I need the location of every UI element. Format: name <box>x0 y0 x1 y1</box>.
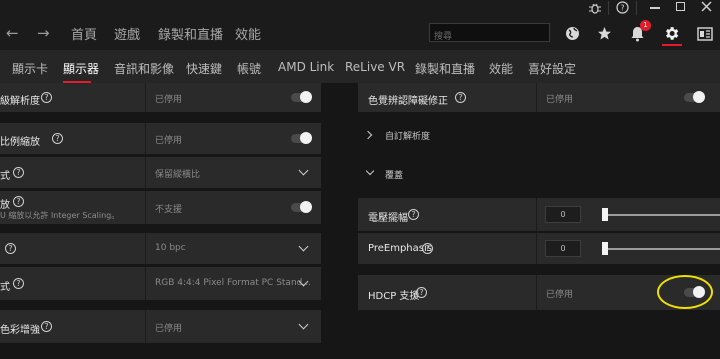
setting-row-scaling-mode: 式 ? 保留縱橫比 <box>0 157 321 188</box>
scaling-toggle[interactable] <box>291 132 312 144</box>
hdcp-toggle[interactable] <box>684 286 705 298</box>
search-input[interactable] <box>430 28 549 46</box>
setting-label: 色覺辨認障礙修正 <box>368 96 448 107</box>
tab-bar: 顯示卡 顯示器 音訊和影像 快速鍵 帳號 AMD Link ReLive VR … <box>0 50 720 83</box>
tab-account[interactable]: 帳號 <box>237 60 261 77</box>
setting-label: 級解析度 <box>0 96 40 107</box>
maximize-icon[interactable] <box>676 2 685 11</box>
voltage-swing-slider-track[interactable] <box>604 214 720 216</box>
tab-performance[interactable]: 效能 <box>489 60 513 77</box>
setting-value: 不支援 <box>155 205 183 215</box>
setting-label: 比例縮放 <box>0 137 40 148</box>
setting-row-hdcp: HDCP 支援 ? 已停用 <box>358 275 720 310</box>
help-icon[interactable]: ? <box>416 287 427 298</box>
setting-row-integer-scaling: 放 ? U 縮放以允許 Integer Scaling。 不支援 <box>0 191 321 224</box>
nav-record-stream-link[interactable]: 錄製和直播 <box>158 24 223 43</box>
svg-text:?: ? <box>620 4 624 13</box>
chevron-down-icon <box>365 166 375 176</box>
help-icon[interactable]: ? <box>455 92 466 103</box>
tab-display[interactable]: 顯示器 <box>63 60 99 77</box>
help-icon[interactable]: ? <box>5 243 16 254</box>
nav-games-link[interactable]: 遊戲 <box>114 24 140 43</box>
chevron-down-icon[interactable] <box>298 241 309 252</box>
setting-value: RGB 4:4:4 Pixel Format PC Stand... <box>155 278 311 288</box>
setting-row-pre-emphasis: PreEmphasis ? 0 <box>358 233 720 264</box>
setting-value: 10 bpc <box>155 243 186 253</box>
chevron-down-icon[interactable] <box>298 319 309 330</box>
tab-amd-link[interactable]: AMD Link <box>278 60 334 74</box>
star-icon[interactable] <box>597 26 612 41</box>
help-icon[interactable]: ? <box>41 321 52 332</box>
active-gear-underline <box>662 44 682 46</box>
bug-icon[interactable] <box>588 2 602 14</box>
separator <box>636 1 637 15</box>
setting-value: 已停用 <box>155 324 183 334</box>
setting-row-scaling: 比例縮放 ? 已停用 <box>0 123 321 154</box>
pre-emphasis-slider-track[interactable] <box>604 248 720 250</box>
setting-label: 電壓擺幅 <box>368 213 408 224</box>
help-icon[interactable]: ? <box>52 133 63 144</box>
close-icon[interactable] <box>701 1 712 12</box>
tab-audio-video[interactable]: 音訊和影像 <box>114 60 174 77</box>
custom-resolution-label: 自訂解析度 <box>385 132 431 142</box>
help-icon[interactable]: ? <box>41 92 52 103</box>
setting-label: 式 <box>0 171 10 182</box>
setting-row-color-enhancement: 色彩增強 ? 已停用 <box>0 310 321 343</box>
integer-scaling-toggle[interactable] <box>291 201 312 213</box>
forward-arrow-icon[interactable]: → <box>37 24 50 42</box>
setting-value: 已停用 <box>155 136 183 146</box>
setting-sublabel: U 縮放以允許 Integer Scaling。 <box>0 211 120 220</box>
voltage-swing-input[interactable]: 0 <box>545 206 581 223</box>
setting-row-resolution: 級解析度 ? 已停用 <box>0 83 321 112</box>
setting-value: 保留縱橫比 <box>155 170 201 180</box>
help-icon[interactable]: ? <box>13 167 24 178</box>
voltage-swing-slider-thumb[interactable] <box>602 208 608 221</box>
setting-row-color-blindness: 色覺辨認障礙修正 ? 已停用 <box>358 83 720 112</box>
pre-emphasis-slider-thumb[interactable] <box>602 242 608 255</box>
setting-row-voltage-swing: 電壓擺幅 ? 0 <box>358 198 720 231</box>
help-icon[interactable]: ? <box>13 196 24 207</box>
nav-home-link[interactable]: 首頁 <box>71 24 97 43</box>
setting-value: 已停用 <box>546 95 574 105</box>
gear-icon[interactable] <box>663 25 680 42</box>
layout-icon[interactable] <box>697 27 713 41</box>
tab-hotkeys[interactable]: 快速鍵 <box>186 60 222 77</box>
help-icon[interactable]: ? <box>408 209 419 220</box>
nav-performance-link[interactable]: 效能 <box>235 24 261 43</box>
tab-relive-vr[interactable]: ReLive VR <box>345 60 405 74</box>
setting-label: HDCP 支援 <box>368 291 420 302</box>
help-icon[interactable]: ? <box>422 243 433 254</box>
separator <box>608 1 609 15</box>
setting-label: 色彩增強 <box>0 325 40 336</box>
top-bar: ← → 首頁 遊戲 錄製和直播 效能 ? 1 <box>0 0 720 50</box>
overrides-label: 覆蓋 <box>385 171 404 181</box>
chevron-right-icon <box>363 130 373 140</box>
notification-badge: 1 <box>640 20 651 31</box>
search-box <box>429 23 550 46</box>
minimize-icon[interactable] <box>650 7 660 9</box>
setting-label: 放 <box>0 200 10 211</box>
help-icon[interactable]: ? <box>13 278 24 289</box>
tab-preferences[interactable]: 喜好設定 <box>528 60 576 77</box>
globe-icon[interactable] <box>565 26 580 41</box>
setting-value: 已停用 <box>546 290 574 300</box>
setting-label: 式 <box>0 282 10 293</box>
tab-graphics[interactable]: 顯示卡 <box>12 60 48 77</box>
setting-value: 已停用 <box>155 95 183 105</box>
pre-emphasis-input[interactable]: 0 <box>545 240 581 257</box>
help-icon[interactable]: ? <box>616 1 629 14</box>
setting-row-color-depth: ? 10 bpc <box>0 233 321 264</box>
chevron-down-icon[interactable] <box>298 165 309 176</box>
tab-record-stream[interactable]: 錄製和直播 <box>415 60 475 77</box>
setting-row-pixel-format: 式 ? RGB 4:4:4 Pixel Format PC Stand... <box>0 267 321 300</box>
resolution-toggle[interactable] <box>291 91 312 103</box>
color-blindness-toggle[interactable] <box>684 91 705 103</box>
back-arrow-icon[interactable]: ← <box>6 24 19 42</box>
